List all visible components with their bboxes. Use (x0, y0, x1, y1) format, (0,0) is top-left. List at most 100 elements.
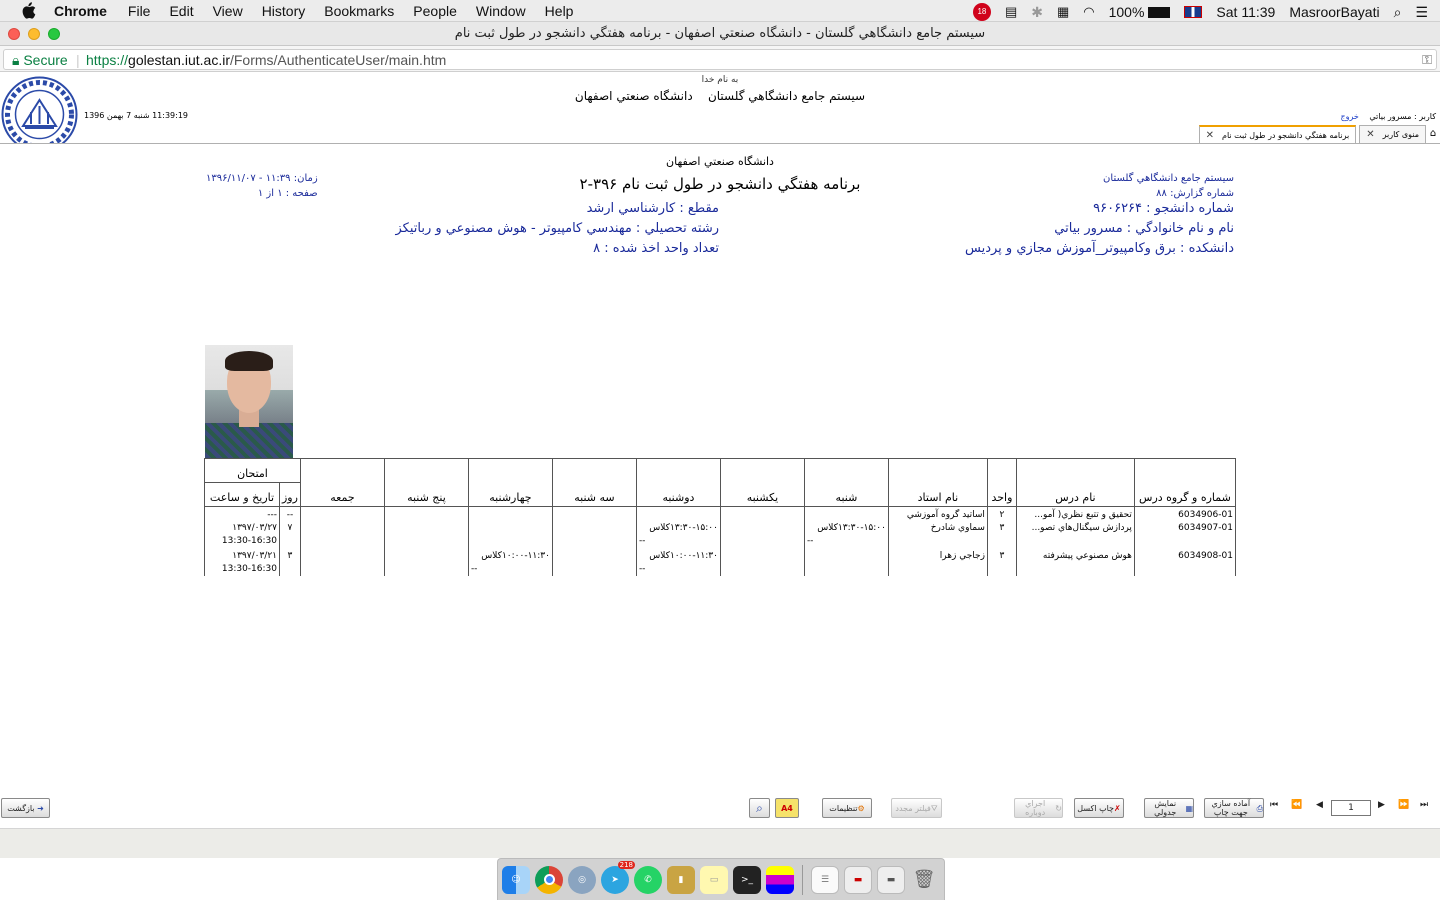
cell-thu (383, 506, 469, 522)
spotlight-search-icon[interactable]: ⌕ (1394, 4, 1402, 21)
notes-icon[interactable]: ▭ (700, 865, 728, 894)
major: رشته تحصيلي : مهندسي كامپيوتر - هوش مصنو… (395, 221, 719, 236)
rerun-button[interactable]: اجراي دوباره ↻ (1014, 798, 1063, 818)
table-row: 6034906-01 تحقيق و تتبع نظري( آمو... ۲ ا… (204, 506, 1236, 522)
next-block-icon[interactable]: ⏩ (1398, 800, 1409, 816)
student-name: نام و نام خانوادگي : مسرور بياتي (1054, 221, 1234, 236)
whatsapp-icon[interactable]: ✆ (634, 865, 662, 894)
document-icon[interactable]: ☰ (811, 865, 839, 894)
home-icon[interactable]: ⌂ (1426, 125, 1440, 143)
cell-exam-datetime: ۱۳۹۷/۰۳/۲۷ 13:30-16:30 (204, 522, 280, 548)
menu-people[interactable]: People (413, 3, 457, 19)
report-area: دانشگاه صنعتي اصفهان برنامه هفتگي دانشجو… (0, 144, 1440, 800)
lock-icon: 🔒︎ (12, 52, 20, 68)
key-icon[interactable]: ⚿ (1422, 52, 1432, 68)
menu-view[interactable]: View (213, 3, 243, 19)
grid-icon: ▦ (1185, 803, 1193, 813)
cell-fri (299, 522, 385, 548)
battery-percent[interactable]: 100% (1109, 4, 1145, 20)
browser-window-icon[interactable]: ▬ (877, 865, 905, 894)
cell-fri (299, 548, 385, 576)
filter-icon: ⛛ (930, 803, 938, 813)
cell-code: 6034907-01 (1133, 522, 1236, 548)
notification-badge-icon[interactable]: 18 (972, 3, 991, 21)
page-number-input[interactable] (1331, 800, 1371, 816)
cell-tue (551, 506, 637, 522)
menu-file[interactable]: File (128, 3, 151, 19)
close-tab-icon[interactable]: ✕ (1206, 130, 1214, 141)
telegram-icon[interactable]: ➤ 218 (601, 860, 635, 894)
cell-exam-day: ۳ (279, 548, 301, 576)
cell-fri (299, 506, 385, 522)
finder-icon[interactable]: ☺ (502, 865, 530, 894)
session-time: ۱۳:۳۰-۱۵:۰۰كلاس (817, 523, 886, 533)
units-taken: تعداد واحد اخذ شده : ۸ (593, 241, 719, 256)
dock-separator (802, 864, 803, 895)
trash-icon[interactable]: 🗑︎ (910, 866, 938, 894)
terminal-icon[interactable]: >_ (733, 865, 761, 894)
schedule-table: شماره و گروه درس نام درس واحد نام استاد … (204, 458, 1236, 576)
settings-button[interactable]: تنظيمات ⚙ (822, 798, 872, 818)
system-header: سيستم جامع دانشگاهي گلستان دانشگاه صنعتي… (0, 89, 1440, 103)
cell-sat: ۱۳:۳۰-۱۵:۰۰كلاس -- (803, 522, 889, 548)
notebook-icon[interactable]: ▮ (667, 865, 695, 894)
menu-app-name[interactable]: Chrome (54, 3, 107, 19)
paper-size-button[interactable]: A4 (775, 798, 799, 818)
prev-page-icon[interactable]: ◀ (1316, 800, 1323, 816)
first-page-icon[interactable]: ⏮ (1270, 800, 1278, 816)
color-app-icon[interactable] (766, 865, 794, 894)
logout-link[interactable]: خروج (1340, 112, 1358, 121)
refilter-button[interactable]: فيلتر مجدد ⛛ (891, 798, 942, 818)
menu-bookmarks[interactable]: Bookmarks (324, 3, 394, 19)
exam-date: --- (267, 510, 277, 520)
exam-time: 13:30-16:30 (221, 536, 277, 546)
print-excel-button[interactable]: چاپ اكسل ✗ (1074, 798, 1124, 818)
session-time: ۱۰:۰۰-۱۱:۳۰كلاس (481, 551, 550, 561)
cell-sat (803, 548, 889, 576)
zoom-icon[interactable]: ⌕ (749, 798, 770, 818)
tab-user-menu[interactable]: منوی کاربر ✕ (1359, 125, 1426, 143)
network-utility-icon[interactable]: ◎ (568, 865, 596, 894)
cell-name: پردازش سيگنال‌هاي تصو... (1015, 522, 1135, 548)
menu-window[interactable]: Window (476, 3, 526, 19)
url-field[interactable]: 🔒︎ Secure | https://golestan.iut.ac.ir/F… (3, 49, 1437, 70)
tab-weekly-schedule[interactable]: برنامه هفتگي دانشجو در طول ثبت نام ✕ (1198, 125, 1357, 143)
session-place: -- (638, 536, 646, 546)
cell-units: ۳ (986, 548, 1017, 576)
url-host: golestan.iut.ac.ir (128, 52, 230, 68)
system-name: سيستم جامع دانشگاهي گلستان (707, 89, 866, 103)
back-button[interactable]: بازگشت ➜ (1, 798, 50, 818)
bluetooth-icon[interactable]: ✱ (1031, 4, 1043, 21)
last-page-icon[interactable]: ⏭ (1420, 800, 1428, 816)
menubar-user[interactable]: MasroorBayati (1289, 4, 1379, 20)
next-page-icon[interactable]: ▶ (1378, 800, 1385, 816)
exam-date: ۱۳۹۷/۰۳/۲۱ (232, 551, 277, 561)
battery-icon[interactable] (1148, 6, 1171, 18)
printer-icon: ⎙ (1256, 803, 1263, 813)
keyboard-icon[interactable]: ▦ (1057, 4, 1069, 20)
url-text[interactable]: https://golestan.iut.ac.ir/Forms/Authent… (86, 52, 446, 68)
pdf-window-icon[interactable]: ▬ (844, 865, 872, 894)
prev-block-icon[interactable]: ⏪ (1291, 800, 1302, 816)
cell-mon: ۱۰:۰۰-۱۱:۳۰كلاس -- (635, 548, 721, 576)
secure-indicator[interactable]: 🔒︎ Secure (12, 52, 68, 69)
flag-uk-icon[interactable] (1184, 6, 1203, 18)
cell-mon: ۱۳:۳۰-۱۵:۰۰كلاس -- (635, 522, 721, 548)
message-icon[interactable]: ▤ (1005, 4, 1017, 20)
wifi-icon[interactable]: ◠ (1083, 4, 1094, 20)
cell-wed: ۱۰:۰۰-۱۱:۳۰كلاس -- (467, 548, 553, 576)
tab-user-menu-label: منوی کاربر (1382, 130, 1419, 139)
close-tab-icon[interactable]: ✕ (1366, 129, 1374, 140)
menu-edit[interactable]: Edit (169, 3, 193, 19)
report-system-info: سيستم جامع دانشگاهي گلستان شماره گزارش: … (1103, 171, 1234, 201)
tab-weekly-schedule-label: برنامه هفتگي دانشجو در طول ثبت نام (1222, 130, 1350, 140)
menu-help[interactable]: Help (545, 3, 574, 19)
table-view-button[interactable]: نمايش جدولي ▦ (1144, 798, 1194, 818)
menubar-clock[interactable]: Sat 11:39 (1216, 4, 1275, 20)
apple-logo-icon[interactable] (20, 2, 36, 19)
prepare-print-button[interactable]: آماده سازي جهت چاپ ⎙ (1204, 798, 1264, 818)
chrome-icon[interactable] (535, 865, 563, 894)
notification-center-icon[interactable]: ☰ (1415, 4, 1428, 21)
menu-history[interactable]: History (262, 3, 306, 19)
table-row: 6034907-01 پردازش سيگنال‌هاي تصو... ۳ سم… (204, 522, 1236, 548)
